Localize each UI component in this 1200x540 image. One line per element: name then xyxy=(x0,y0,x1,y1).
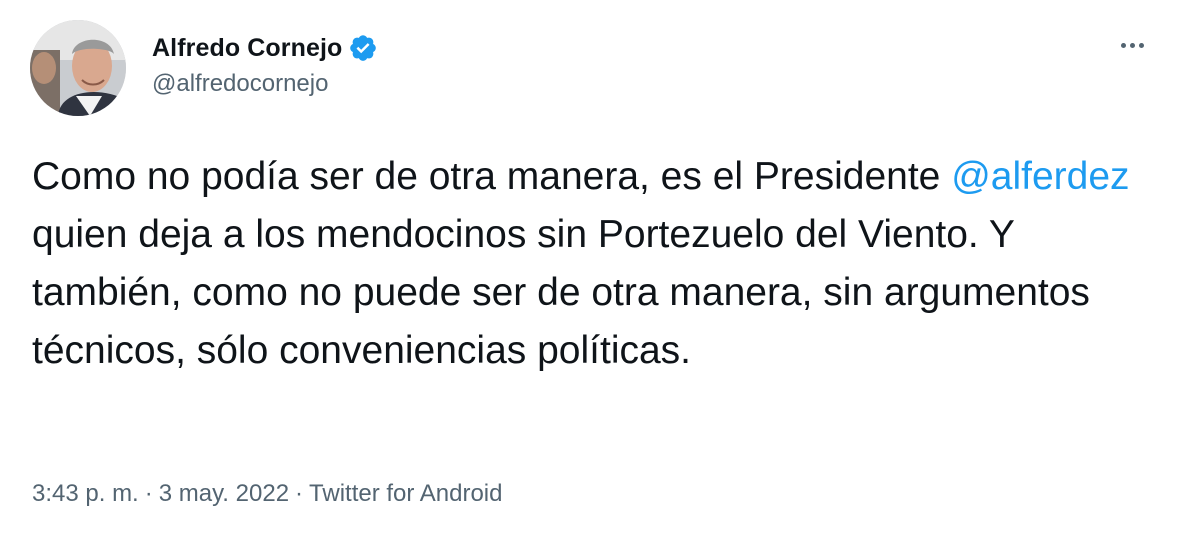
tweet-text-part1: Como no podía ser de otra manera, es el … xyxy=(32,155,952,198)
more-dot xyxy=(1138,42,1144,48)
author-handle[interactable]: @alfredocornejo xyxy=(152,70,328,98)
verified-badge-icon xyxy=(348,33,378,63)
author-name-row: Alfredo Cornejo xyxy=(152,30,378,66)
more-options-icon[interactable] xyxy=(1112,30,1152,60)
tweet-meta: 3:43 p. m. · 3 may. 2022 · Twitter for A… xyxy=(32,480,502,508)
author-display-name[interactable]: Alfredo Cornejo xyxy=(152,34,342,63)
meta-separator: · xyxy=(295,480,304,507)
tweet-time[interactable]: 3:43 p. m. xyxy=(32,480,139,508)
tweet-text: Como no podía ser de otra manera, es el … xyxy=(32,148,1172,380)
tweet-source[interactable]: Twitter for Android xyxy=(309,480,502,508)
more-dot xyxy=(1120,42,1126,48)
author-avatar[interactable] xyxy=(30,20,126,116)
avatar-photo xyxy=(30,20,126,116)
meta-separator: · xyxy=(144,480,153,507)
tweet-text-part2: quien deja a los mendocinos sin Portezue… xyxy=(32,213,1090,372)
more-dot xyxy=(1129,42,1135,48)
tweet-card: Alfredo Cornejo @alfredocornejo Como no … xyxy=(0,0,1200,540)
tweet-date[interactable]: 3 may. 2022 xyxy=(159,480,289,508)
mention-link[interactable]: @alferdez xyxy=(951,155,1129,198)
